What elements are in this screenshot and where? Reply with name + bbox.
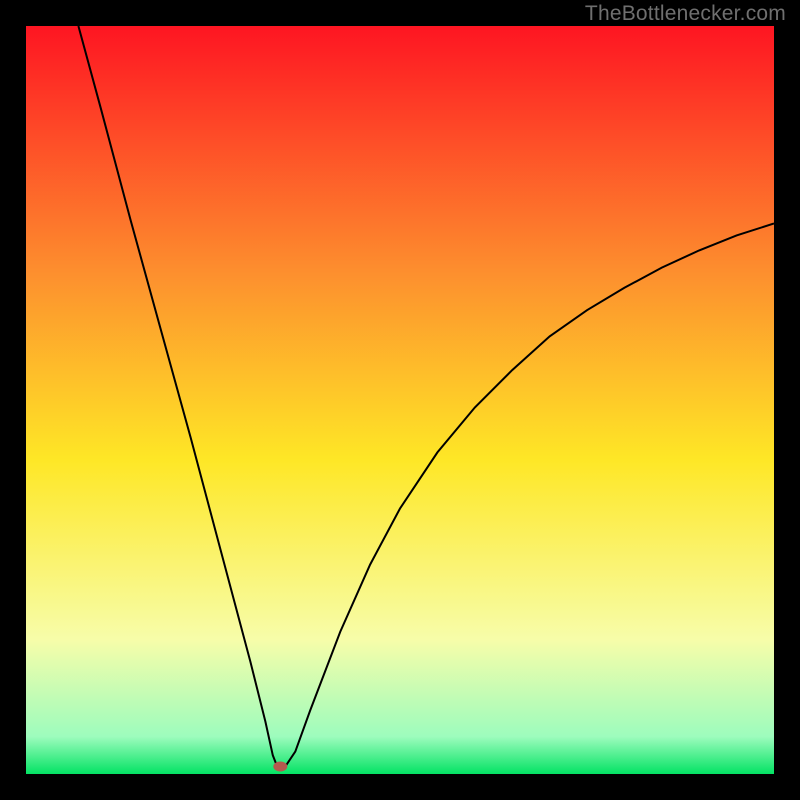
watermark-text: TheBottlenecker.com (585, 2, 786, 26)
outer-frame: TheBottlenecker.com (0, 0, 800, 800)
plot-area (26, 26, 774, 774)
gradient-background (26, 26, 774, 774)
chart-svg (26, 26, 774, 774)
optimal-point-marker (273, 762, 287, 772)
